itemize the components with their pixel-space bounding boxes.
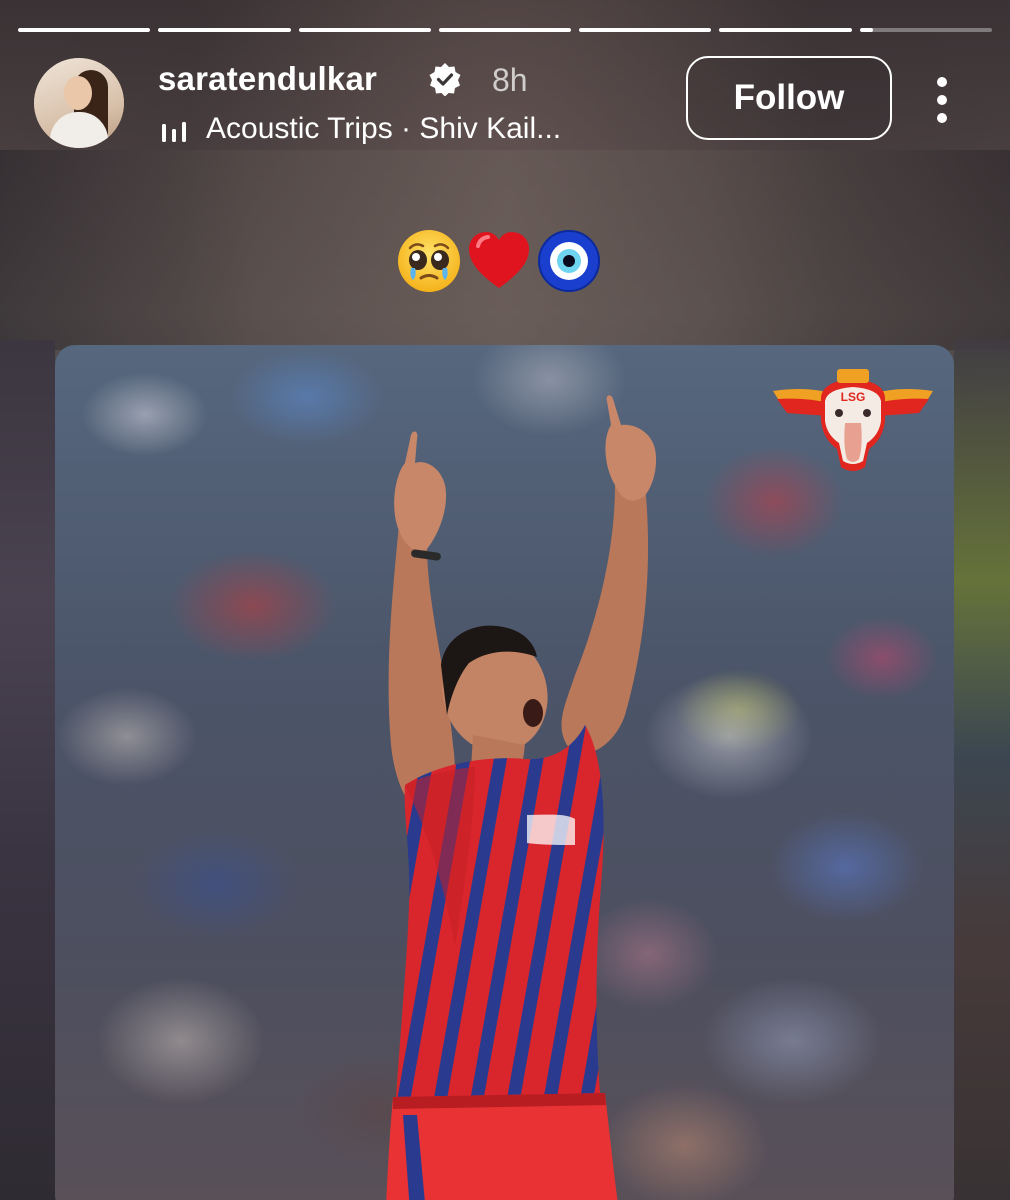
- progress-segment: [719, 28, 852, 32]
- more-vertical-icon[interactable]: [930, 76, 954, 126]
- progress-segment: [18, 28, 151, 32]
- story-header: saratendulkar 8h Acoustic Trips · Shiv K…: [34, 56, 980, 148]
- progress-segment: [298, 28, 431, 32]
- lsg-logo-text: LSG: [841, 390, 866, 404]
- post-time: 8h: [492, 62, 528, 98]
- blurred-background-right: [954, 340, 1010, 1200]
- progress-segment-fill: [298, 28, 431, 32]
- nazar-amulet-emoji: [538, 230, 600, 292]
- story-progress-bar: [18, 28, 992, 32]
- progress-segment-fill: [719, 28, 852, 32]
- username[interactable]: saratendulkar: [158, 60, 377, 98]
- progress-segment-fill: [579, 28, 712, 32]
- lsg-team-logo: LSG: [773, 369, 933, 471]
- progress-segment: [859, 28, 992, 32]
- progress-segment-fill: [158, 28, 291, 32]
- story-viewer[interactable]: saratendulkar 8h Acoustic Trips · Shiv K…: [0, 0, 1010, 1200]
- pleading-face-emoji: [398, 230, 460, 292]
- progress-segment-fill: [859, 28, 873, 32]
- follow-button[interactable]: Follow: [686, 56, 892, 140]
- reposted-photo[interactable]: LSG: [55, 345, 954, 1200]
- avatar[interactable]: [34, 58, 124, 148]
- progress-segment-fill: [18, 28, 151, 32]
- blurred-background-left: [0, 340, 55, 1200]
- progress-segment: [158, 28, 291, 32]
- music-track-label[interactable]: Acoustic Trips · Shiv Kail...: [206, 112, 561, 146]
- red-heart-emoji: [469, 232, 529, 288]
- progress-segment-fill: [438, 28, 572, 32]
- progress-segment: [438, 28, 572, 32]
- emoji-sticker: [396, 228, 606, 294]
- progress-segment: [579, 28, 712, 32]
- music-bars-icon: [162, 122, 186, 142]
- verified-badge-icon: [429, 63, 461, 96]
